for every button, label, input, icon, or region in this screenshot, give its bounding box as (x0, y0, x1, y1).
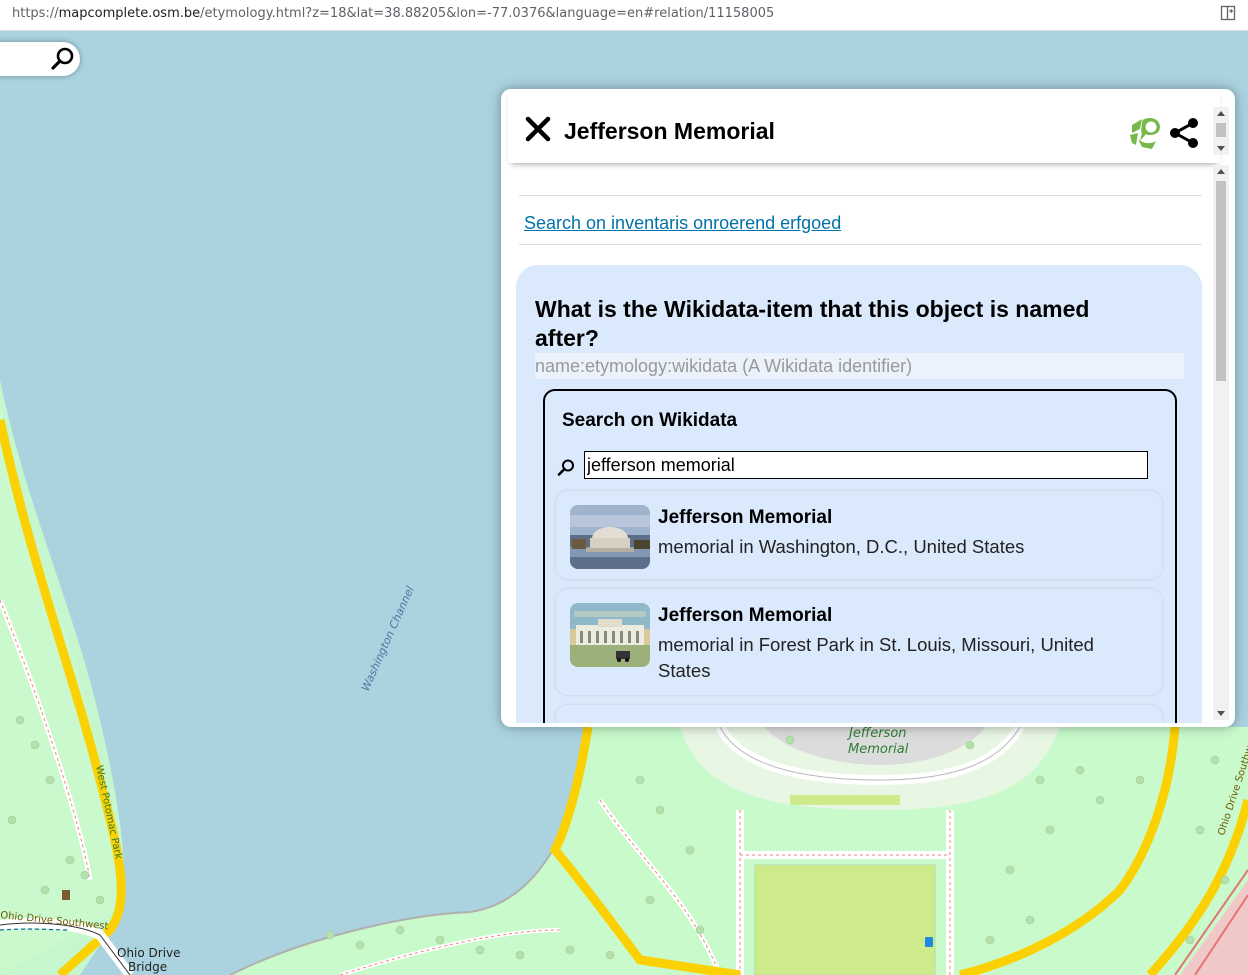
drinking-icon (62, 890, 70, 900)
bus-stop-icon (925, 937, 933, 947)
result-description: memorial in Forest Park in St. Louis, Mi… (658, 634, 1094, 681)
popup-title: Jefferson Memorial (564, 118, 775, 144)
map-label-ohio-drive-bridge: Ohio Drive (117, 946, 181, 960)
split-view-icon[interactable] (1220, 5, 1236, 21)
result-thumbnail (570, 505, 650, 569)
result-title: Jefferson Memorial (658, 507, 833, 528)
url-text[interactable]: https://mapcomplete.osm.be/etymology.htm… (12, 6, 774, 21)
popup-scrollbar[interactable] (1213, 165, 1229, 720)
result-thumbnail (570, 603, 650, 667)
divider (519, 244, 1202, 245)
search-result-item[interactable] (556, 705, 1162, 723)
popup-header: Jefferson Memorial (508, 89, 1220, 163)
wikidata-search-box: Search on Wikidata jefferson memorial Je… (543, 389, 1177, 723)
wikidata-search-input[interactable] (584, 451, 1148, 479)
header-actions (1128, 115, 1202, 151)
ioe-search-link[interactable]: Search on inventaris onroerend erfgoed (524, 213, 841, 234)
map-label-bridge: Bridge (128, 960, 167, 974)
share-icon[interactable] (1166, 115, 1202, 151)
close-icon[interactable] (522, 113, 554, 145)
browser-url-bar[interactable]: https://mapcomplete.osm.be/etymology.htm… (0, 0, 1248, 31)
map-label-jefferson: Jefferson (846, 726, 907, 741)
popup-content: Search on inventaris onroerend erfgoed W… (508, 163, 1202, 723)
question-card: What is the Wikidata-item that this obje… (516, 265, 1202, 723)
speech-bubble-icon[interactable] (1128, 115, 1164, 151)
question-title: What is the Wikidata-item that this obje… (535, 296, 1090, 351)
map-search-box[interactable] (0, 42, 80, 76)
search-icon[interactable] (50, 46, 76, 72)
search-result-item[interactable]: Jefferson Memorial memorial in Forest Pa… (556, 589, 1162, 695)
divider (519, 195, 1202, 196)
wikidata-search-title: Search on Wikidata (562, 410, 738, 431)
feature-popup: Jefferson Memorial Search on inventaris … (501, 89, 1235, 727)
result-description: memorial in Washington, D.C., United Sta… (658, 536, 1025, 557)
map-label-memorial: Memorial (848, 742, 909, 757)
result-title: Jefferson Memorial (658, 605, 833, 626)
search-icon (557, 459, 574, 476)
search-result-item[interactable]: Jefferson Memorial memorial in Washingto… (556, 491, 1162, 579)
header-scrollbar[interactable] (1213, 107, 1229, 155)
question-key-hint: name:etymology:wikidata (A Wikidata iden… (535, 353, 1184, 379)
